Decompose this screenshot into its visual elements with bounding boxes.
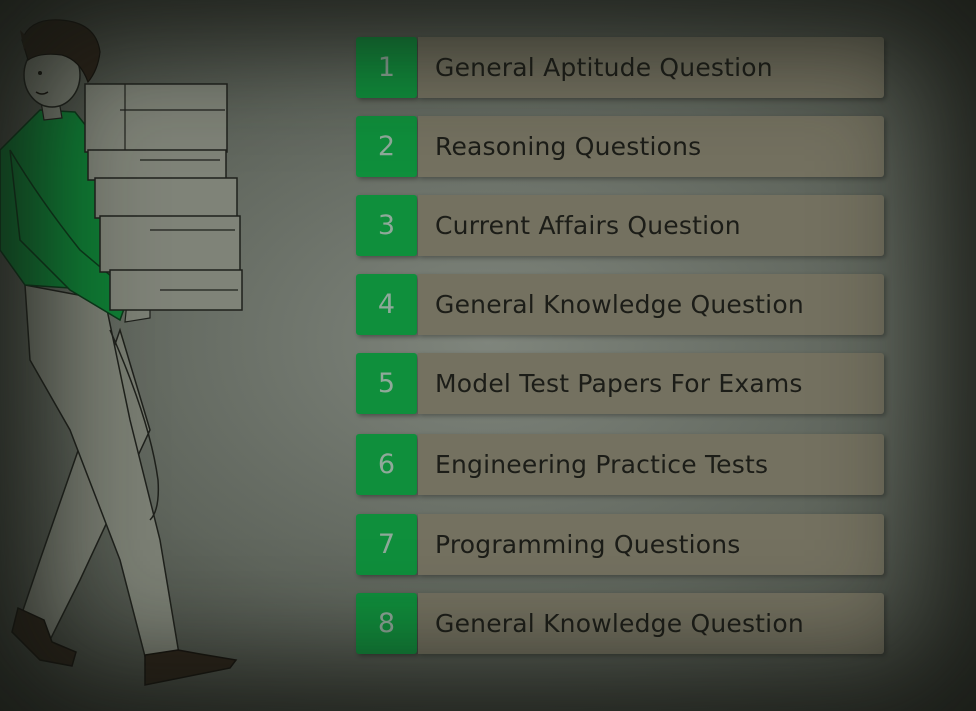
item-label: Model Test Papers For Exams xyxy=(418,353,884,414)
item-number-badge: 7 xyxy=(356,514,417,575)
item-label: General Knowledge Question xyxy=(418,593,884,654)
item-number-badge: 6 xyxy=(356,434,417,495)
item-number-badge: 1 xyxy=(356,37,417,98)
item-number-badge: 4 xyxy=(356,274,417,335)
list-item[interactable]: 5 Model Test Papers For Exams xyxy=(356,353,884,414)
item-label: General Aptitude Question xyxy=(418,37,884,98)
item-number-badge: 5 xyxy=(356,353,417,414)
item-label: General Knowledge Question xyxy=(418,274,884,335)
man-carrying-papers-illustration xyxy=(0,19,243,686)
list-item[interactable]: 8 General Knowledge Question xyxy=(356,593,884,654)
item-number-badge: 2 xyxy=(356,116,417,177)
item-number-badge: 3 xyxy=(356,195,417,256)
item-label: Reasoning Questions xyxy=(418,116,884,177)
list-item[interactable]: 6 Engineering Practice Tests xyxy=(356,434,884,495)
list-item[interactable]: 3 Current Affairs Question xyxy=(356,195,884,256)
list-item[interactable]: 7 Programming Questions xyxy=(356,514,884,575)
list-item[interactable]: 2 Reasoning Questions xyxy=(356,116,884,177)
item-label: Engineering Practice Tests xyxy=(418,434,884,495)
item-label: Current Affairs Question xyxy=(418,195,884,256)
list-item[interactable]: 4 General Knowledge Question xyxy=(356,274,884,335)
item-number-badge: 8 xyxy=(356,593,417,654)
list-item[interactable]: 1 General Aptitude Question xyxy=(356,37,884,98)
item-label: Programming Questions xyxy=(418,514,884,575)
